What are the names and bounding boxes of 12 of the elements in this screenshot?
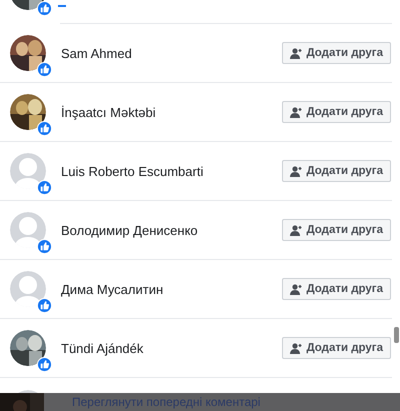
person-name[interactable]: İnşaatcı Məktəbi	[61, 104, 282, 120]
person-name[interactable]: Luis Roberto Escumbarti	[61, 164, 282, 178]
person-name[interactable]: Tündi Ajándék	[61, 340, 282, 356]
person-name[interactable]: Володимир Денисенко	[61, 222, 282, 238]
add-friend-button[interactable]: Додати друга	[282, 160, 391, 182]
add-friend-button[interactable]: Додати друга	[282, 219, 391, 241]
add-friend-button[interactable]: Додати друга	[282, 42, 391, 64]
add-friend-button[interactable]: Додати друга	[282, 337, 391, 359]
add-friend-button[interactable]: Додати друга	[282, 278, 391, 300]
person-name[interactable]: Дима Мусалитин	[61, 282, 282, 296]
person-name[interactable]: Sam Ahmed	[61, 46, 282, 60]
add-friend-button[interactable]: Додати друга	[282, 101, 391, 123]
